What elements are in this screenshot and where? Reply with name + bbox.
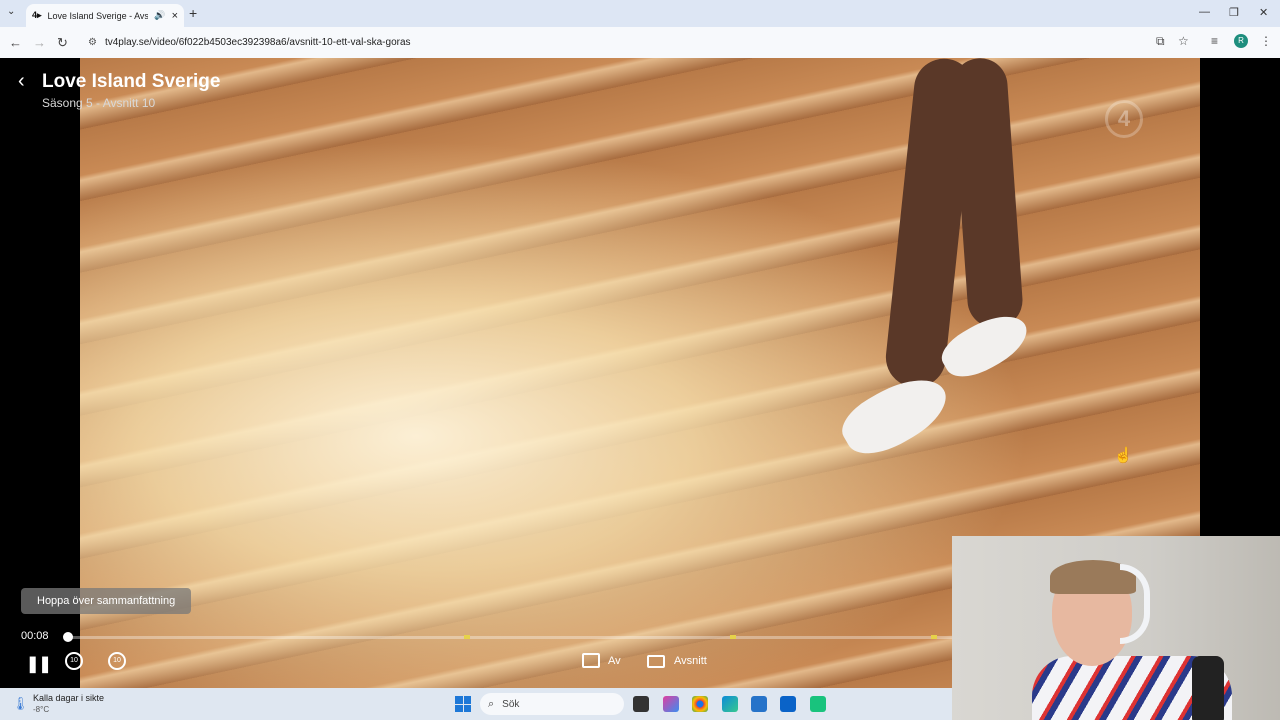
- webcam-overlay: [952, 536, 1280, 720]
- audio-playing-icon[interactable]: 🔊: [154, 10, 165, 21]
- chrome-icon[interactable]: [692, 696, 708, 712]
- progress-handle[interactable]: [63, 632, 73, 642]
- episodes-label[interactable]: Avsnitt: [674, 655, 707, 667]
- search-placeholder: Sök: [502, 698, 520, 710]
- bookmark-star-icon[interactable]: ☆: [1178, 34, 1189, 48]
- progress-track[interactable]: [68, 636, 952, 639]
- video-content-2: [950, 58, 1025, 330]
- back-icon[interactable]: ←: [9, 35, 22, 50]
- tab-search-icon[interactable]: ⌄: [7, 6, 15, 17]
- close-window-icon[interactable]: ✕: [1259, 6, 1268, 19]
- chapter-marker: [730, 635, 736, 639]
- current-time: 00:08: [21, 630, 49, 642]
- restore-icon[interactable]: ❐: [1229, 6, 1239, 19]
- rewind-10-icon[interactable]: 10: [65, 652, 83, 670]
- browser-tab[interactable]: 4▸ Love Island Sverige - Avsnit 🔊 ×: [26, 4, 184, 27]
- edge-icon[interactable]: [722, 696, 738, 712]
- task-view-icon[interactable]: [633, 696, 649, 712]
- url-bar[interactable]: ⚙ tv4play.se/video/6f022b4503ec392398a6/…: [78, 30, 1198, 55]
- taskbar-search[interactable]: ⌕ Sök: [480, 693, 624, 715]
- menu-icon[interactable]: ⋮: [1260, 34, 1272, 48]
- episodes-icon[interactable]: [647, 655, 665, 668]
- forward-10-icon[interactable]: 10: [108, 652, 126, 670]
- player-back-icon[interactable]: ‹: [18, 70, 25, 93]
- store-icon[interactable]: [751, 696, 767, 712]
- headset-icon: [1120, 564, 1150, 644]
- copilot-icon[interactable]: [663, 696, 679, 712]
- windows-start-icon[interactable]: [455, 696, 471, 712]
- tv4-favicon-icon: 4▸: [32, 10, 42, 20]
- media-controls-icon[interactable]: ≡: [1211, 34, 1218, 48]
- tab-title: Love Island Sverige - Avsnit: [47, 10, 149, 21]
- forward-icon[interactable]: →: [33, 35, 46, 50]
- microphone-icon: [1192, 656, 1224, 720]
- weather-title[interactable]: Kalla dagar i sikte: [33, 693, 104, 703]
- profile-avatar[interactable]: R: [1234, 34, 1248, 48]
- episode-info: Säsong 5 - Avsnitt 10: [42, 96, 156, 110]
- skip-recap-button[interactable]: Hoppa över sammanfattning: [21, 588, 192, 614]
- minimize-icon[interactable]: —: [1199, 6, 1210, 18]
- new-tab-button[interactable]: +: [189, 5, 197, 21]
- weather-icon[interactable]: 🌡: [12, 696, 29, 712]
- url-text: tv4play.se/video/6f022b4503ec392398a6/av…: [104, 37, 411, 48]
- reload-icon[interactable]: ↻: [57, 35, 68, 51]
- search-icon: ⌕: [488, 697, 495, 710]
- outlook-icon[interactable]: [780, 696, 796, 712]
- install-app-icon[interactable]: ⧉: [1156, 34, 1165, 49]
- channel-logo: 4: [1105, 100, 1143, 138]
- site-info-icon[interactable]: ⚙: [88, 37, 97, 48]
- weather-temp[interactable]: -8°C: [33, 705, 49, 714]
- chapter-marker: [464, 635, 470, 639]
- chapter-marker: [931, 635, 937, 639]
- show-title: Love Island Sverige: [42, 71, 221, 92]
- subtitles-icon[interactable]: [582, 653, 600, 668]
- app-icon[interactable]: [810, 696, 826, 712]
- hand-cursor-icon: ☝: [1114, 447, 1133, 464]
- browser-tab-strip: ⌄ 4▸ Love Island Sverige - Avsnit 🔊 × + …: [0, 0, 1280, 27]
- taskbar: 🌡 Kalla dagar i sikte -8°C ⌕ Sök: [0, 688, 952, 720]
- subtitles-label[interactable]: Av: [608, 655, 621, 667]
- pause-icon[interactable]: ❚❚: [26, 654, 52, 674]
- address-toolbar: ← → ↻ ⚙ tv4play.se/video/6f022b4503ec392…: [0, 27, 1280, 58]
- close-tab-icon[interactable]: ×: [172, 10, 178, 22]
